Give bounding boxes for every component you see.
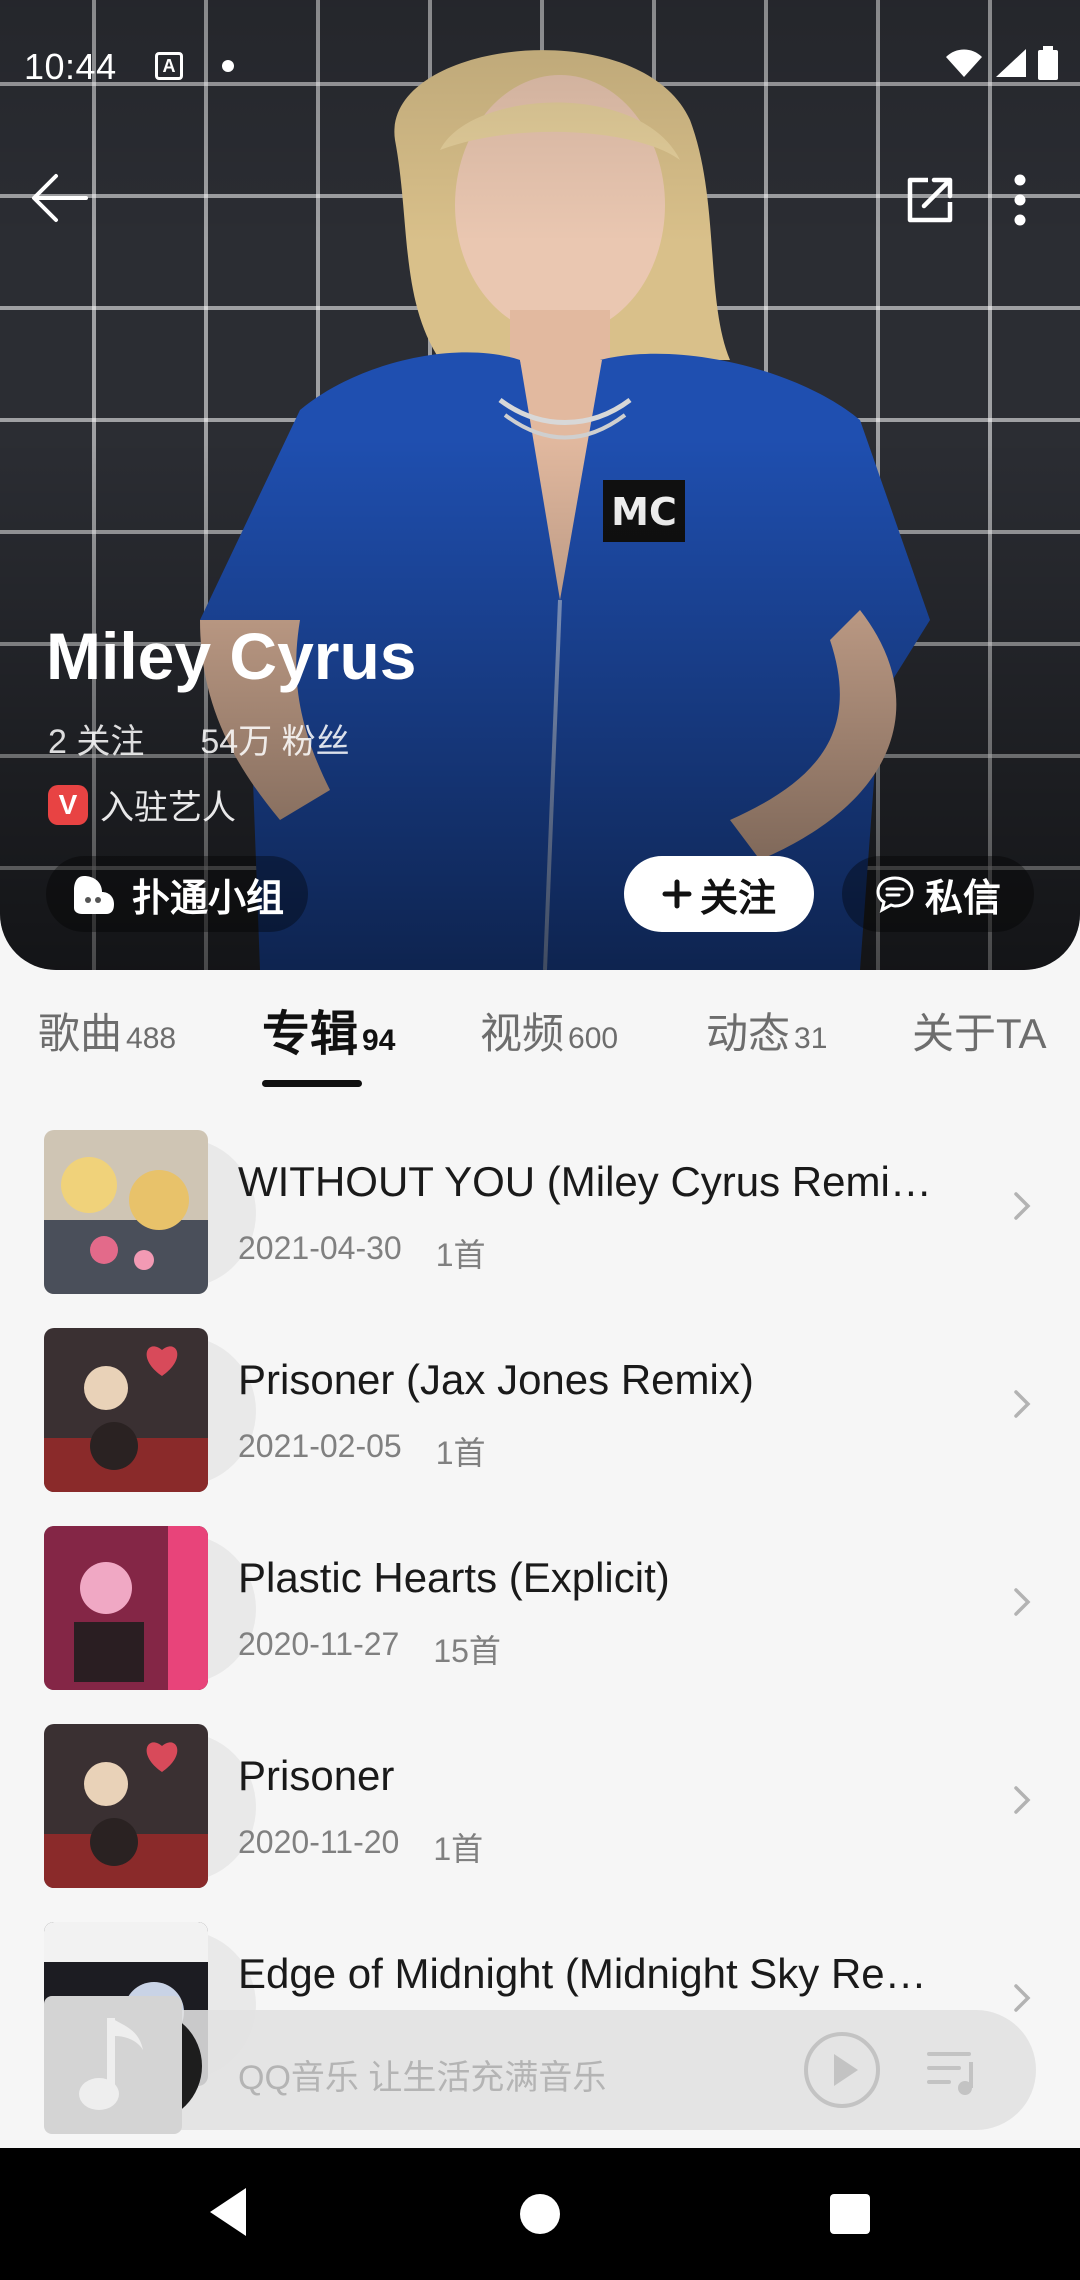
more-vertical-icon[interactable] (1010, 172, 1030, 228)
artist-tabs: 歌曲 488 专辑 94 视频 600 动态 31 关于TA (0, 990, 1080, 1090)
verified-label: 入驻艺人 (100, 789, 236, 827)
tab-about-label: 关于TA (912, 1010, 1047, 1057)
tab-videos[interactable]: 视频 600 (480, 1000, 618, 1061)
album-cover (44, 1724, 208, 1888)
album-track-count: 1首 (435, 1237, 486, 1273)
tab-albums-count: 94 (362, 1024, 396, 1057)
tab-songs-label: 歌曲 (38, 1010, 123, 1057)
chevron-right-icon (1014, 1984, 1031, 2012)
album-row[interactable]: Prisoner 2020-11-20 1首 (0, 1722, 1080, 1888)
chevron-right-icon (1014, 1192, 1031, 1220)
fans-count[interactable]: 54万 粉丝 (200, 714, 349, 763)
tab-about[interactable]: 关于TA (912, 1000, 1047, 1061)
album-meta: 2020-11-20 1首 (238, 1824, 483, 1870)
fan-group-button[interactable]: 扑通小组 (46, 856, 308, 932)
player-album-art[interactable] (44, 1996, 182, 2134)
playlist-icon[interactable] (925, 2048, 985, 2096)
album-row[interactable]: Plastic Hearts (Explicit) 2020-11-27 15首 (0, 1524, 1080, 1690)
album-date: 2021-04-30 (238, 1230, 402, 1266)
chat-bubble-icon (876, 876, 914, 913)
album-cover-wrap (44, 1328, 256, 1492)
chevron-right-icon (1014, 1390, 1031, 1418)
tab-albums[interactable]: 专辑 94 (262, 994, 395, 1064)
album-meta: 2021-04-30 1首 (238, 1230, 486, 1276)
share-out-icon[interactable] (902, 172, 958, 228)
tab-songs-count: 488 (126, 1022, 177, 1055)
tab-videos-count: 600 (568, 1022, 619, 1055)
artist-hero: MC 10:44 A Miley Cyrus 2 关注 54万 粉丝 V (0, 0, 1080, 970)
album-cover (44, 1526, 208, 1690)
fan-group-label: 扑通小组 (131, 877, 284, 920)
tab-moments[interactable]: 动态 31 (706, 1000, 827, 1061)
album-date: 2021-02-05 (238, 1428, 402, 1464)
album-cover (44, 1328, 208, 1492)
music-note-icon (79, 2018, 143, 2110)
wifi-icon (946, 49, 982, 77)
verified-badge-icon: V (48, 784, 88, 825)
album-track-count: 15首 (433, 1633, 501, 1669)
following-count[interactable]: 2 关注 (48, 714, 144, 763)
nav-back-icon[interactable] (206, 2184, 250, 2240)
album-title: Edge of Midnight (Midnight Sky Re… (238, 1950, 927, 1997)
album-row[interactable]: WITHOUT YOU (Miley Cyrus Remix… 2021-04-… (0, 1128, 1080, 1294)
group-chat-icon (73, 876, 114, 914)
artist-stats: 2 关注 54万 粉丝 (48, 714, 350, 763)
artist-name: Miley Cyrus (46, 619, 417, 693)
album-date: 2020-11-27 (238, 1626, 400, 1662)
tab-videos-label: 视频 (480, 1010, 565, 1057)
album-title: Prisoner (Jax Jones Remix) (238, 1356, 754, 1403)
battery-icon (1038, 46, 1058, 80)
album-cover (44, 1130, 208, 1294)
plus-icon (662, 879, 692, 909)
album-meta: 2020-11-27 15首 (238, 1626, 501, 1672)
chevron-right-icon (1014, 1588, 1031, 1616)
message-button[interactable]: 私信 (842, 856, 1034, 932)
active-tab-indicator (262, 1080, 362, 1087)
album-title: Plastic Hearts (Explicit) (238, 1554, 670, 1601)
play-circle-icon[interactable] (802, 2030, 882, 2110)
album-title: Prisoner (238, 1752, 395, 1799)
status-bar: 10:44 A (0, 0, 1080, 130)
album-title: WITHOUT YOU (Miley Cyrus Remix… (238, 1158, 938, 1205)
signal-icon (996, 49, 1026, 77)
album-cover-wrap (44, 1724, 256, 1888)
nav-recents-icon[interactable] (830, 2194, 870, 2234)
tab-songs[interactable]: 歌曲 488 (38, 1000, 176, 1061)
status-icons (944, 46, 1058, 80)
tab-moments-count: 31 (794, 1022, 828, 1055)
album-cover-wrap (44, 1526, 256, 1690)
verified-artist-row: V 入驻艺人 (48, 780, 236, 829)
nav-home-icon[interactable] (520, 2194, 560, 2234)
follow-button[interactable]: 关注 (624, 856, 814, 932)
chevron-right-icon (1014, 1786, 1031, 1814)
tab-moments-label: 动态 (706, 1010, 791, 1057)
album-row[interactable]: Prisoner (Jax Jones Remix) 2021-02-05 1首 (0, 1326, 1080, 1492)
notification-a-icon: A (155, 52, 183, 80)
status-time: 10:44 (24, 46, 117, 87)
notification-dot-icon (222, 60, 234, 72)
tab-albums-label: 专辑 (262, 1008, 359, 1061)
player-placeholder-text: QQ音乐 让生活充满音乐 (238, 2059, 607, 2097)
album-track-count: 1首 (435, 1435, 486, 1471)
message-label: 私信 (924, 877, 1001, 920)
system-navigation-bar (0, 2148, 1080, 2280)
back-arrow-icon[interactable] (30, 170, 90, 226)
follow-label: 关注 (699, 877, 776, 920)
album-track-count: 1首 (433, 1831, 484, 1867)
album-meta: 2021-02-05 1首 (238, 1428, 486, 1474)
album-date: 2020-11-20 (238, 1824, 400, 1860)
album-cover-wrap (44, 1130, 256, 1294)
